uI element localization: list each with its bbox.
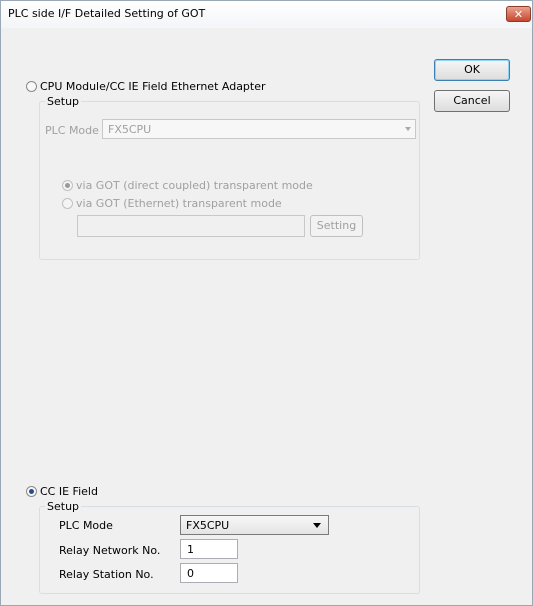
relay-station-value: 0 [187,567,194,580]
relay-network-input[interactable]: 1 [180,539,238,559]
dialog-window: PLC side I/F Detailed Setting of GOT ✕ O… [0,0,533,606]
ccie-plc-mode-label: PLC Mode [59,519,113,532]
cpu-module-radio-label: CPU Module/CC IE Field Ethernet Adapter [40,80,266,93]
cpu-plc-mode-select[interactable]: FX5CPU [102,119,416,139]
relay-network-value: 1 [187,543,194,556]
close-button[interactable]: ✕ [506,6,531,22]
cc-ie-field-radio[interactable] [26,486,37,497]
direct-coupled-label: via GOT (direct coupled) transparent mod… [76,179,313,192]
ccie-plc-mode-value: FX5CPU [186,519,230,532]
chevron-down-icon [313,523,321,528]
cpu-module-radio[interactable] [26,81,37,92]
setting-button[interactable]: Setting [310,215,363,237]
cpu-plc-mode-label: PLC Mode [45,124,99,137]
chevron-down-icon [405,127,411,131]
ethernet-transparent-radio[interactable] [62,198,73,209]
ccie-plc-mode-select[interactable]: FX5CPU [180,515,329,535]
ccie-setup-group-title: Setup [45,500,82,513]
window-title: PLC side I/F Detailed Setting of GOT [8,7,206,20]
ok-button[interactable]: OK [434,59,510,81]
cancel-button[interactable]: Cancel [434,90,510,112]
direct-coupled-radio[interactable] [62,180,73,191]
ethernet-transparent-label: via GOT (Ethernet) transparent mode [76,197,282,210]
relay-network-label: Relay Network No. [59,544,161,557]
cc-ie-field-radio-label: CC IE Field [40,485,98,498]
relay-station-input[interactable]: 0 [180,563,238,583]
cpu-plc-mode-value: FX5CPU [108,123,152,136]
ethernet-setting-field[interactable] [77,215,305,237]
title-bar[interactable]: PLC side I/F Detailed Setting of GOT ✕ [1,1,532,28]
cpu-setup-group-title: Setup [45,95,82,108]
relay-station-label: Relay Station No. [59,568,154,581]
